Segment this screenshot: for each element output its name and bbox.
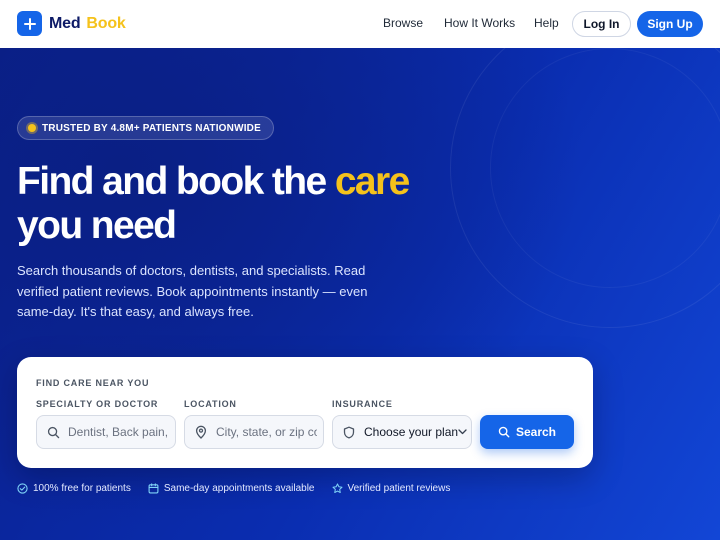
chevron-down-icon (458, 427, 467, 437)
hero-subtext: Search thousands of doctors, dentists, a… (17, 263, 368, 319)
brand-name: Med Book (49, 14, 126, 32)
insurance-selected-value: Choose your plan (364, 425, 459, 439)
location-field[interactable] (184, 415, 324, 449)
insurance-label: INSURANCE (332, 399, 393, 409)
calendar-icon (148, 483, 159, 494)
map-pin-icon (194, 425, 208, 439)
shield-icon (342, 425, 356, 439)
hero-headline: Find and book the care you need (17, 160, 537, 248)
badge-dot-icon (28, 124, 36, 132)
perk-text: 100% free for patients (33, 483, 131, 494)
signup-button[interactable]: Sign Up (637, 11, 703, 37)
insurance-select[interactable]: Choose your plan (332, 415, 472, 449)
trust-badge-text: TRUSTED BY 4.8M+ PATIENTS NATIONWIDE (42, 122, 261, 134)
nav-link-help[interactable]: Help (534, 16, 559, 30)
search-icon (46, 425, 60, 439)
perk-item: Same-day appointments available (148, 483, 315, 494)
specialty-input[interactable] (68, 425, 175, 439)
perk-item: 100% free for patients (17, 483, 131, 494)
search-card: FIND CARE NEAR YOU SPECIALTY OR DOCTOR L… (17, 357, 593, 468)
perks-list: 100% free for patients Same-day appointm… (17, 483, 467, 494)
plus-icon (17, 11, 42, 36)
top-navbar: Med Book Browse How It Works Help Log In … (0, 0, 720, 48)
search-button[interactable]: Search (480, 415, 574, 449)
search-icon (498, 426, 510, 438)
star-icon (332, 483, 343, 494)
search-card-title: FIND CARE NEAR YOU (36, 378, 150, 388)
location-input[interactable] (216, 425, 323, 439)
login-button[interactable]: Log In (572, 11, 631, 37)
nav-link-how-it-works[interactable]: How It Works (444, 16, 515, 30)
brand-logo[interactable]: Med Book (17, 11, 126, 36)
search-button-label: Search (515, 425, 557, 439)
nav-link-browse[interactable]: Browse (383, 16, 423, 30)
trust-badge: TRUSTED BY 4.8M+ PATIENTS NATIONWIDE (17, 116, 274, 140)
location-label: LOCATION (184, 399, 237, 409)
headline-part: Find and book the (17, 160, 335, 203)
perk-text: Same-day appointments available (163, 483, 315, 494)
headline-part: you need (17, 204, 177, 247)
check-circle-icon (17, 483, 28, 494)
headline-highlight: care (334, 160, 410, 203)
specialty-label: SPECIALTY OR DOCTOR (36, 399, 159, 409)
hero-section: TRUSTED BY 4.8M+ PATIENTS NATIONWIDE Fin… (0, 48, 720, 540)
perk-item: Verified patient reviews (332, 483, 451, 494)
perk-text: Verified patient reviews (347, 483, 451, 494)
specialty-field[interactable] (36, 415, 176, 449)
